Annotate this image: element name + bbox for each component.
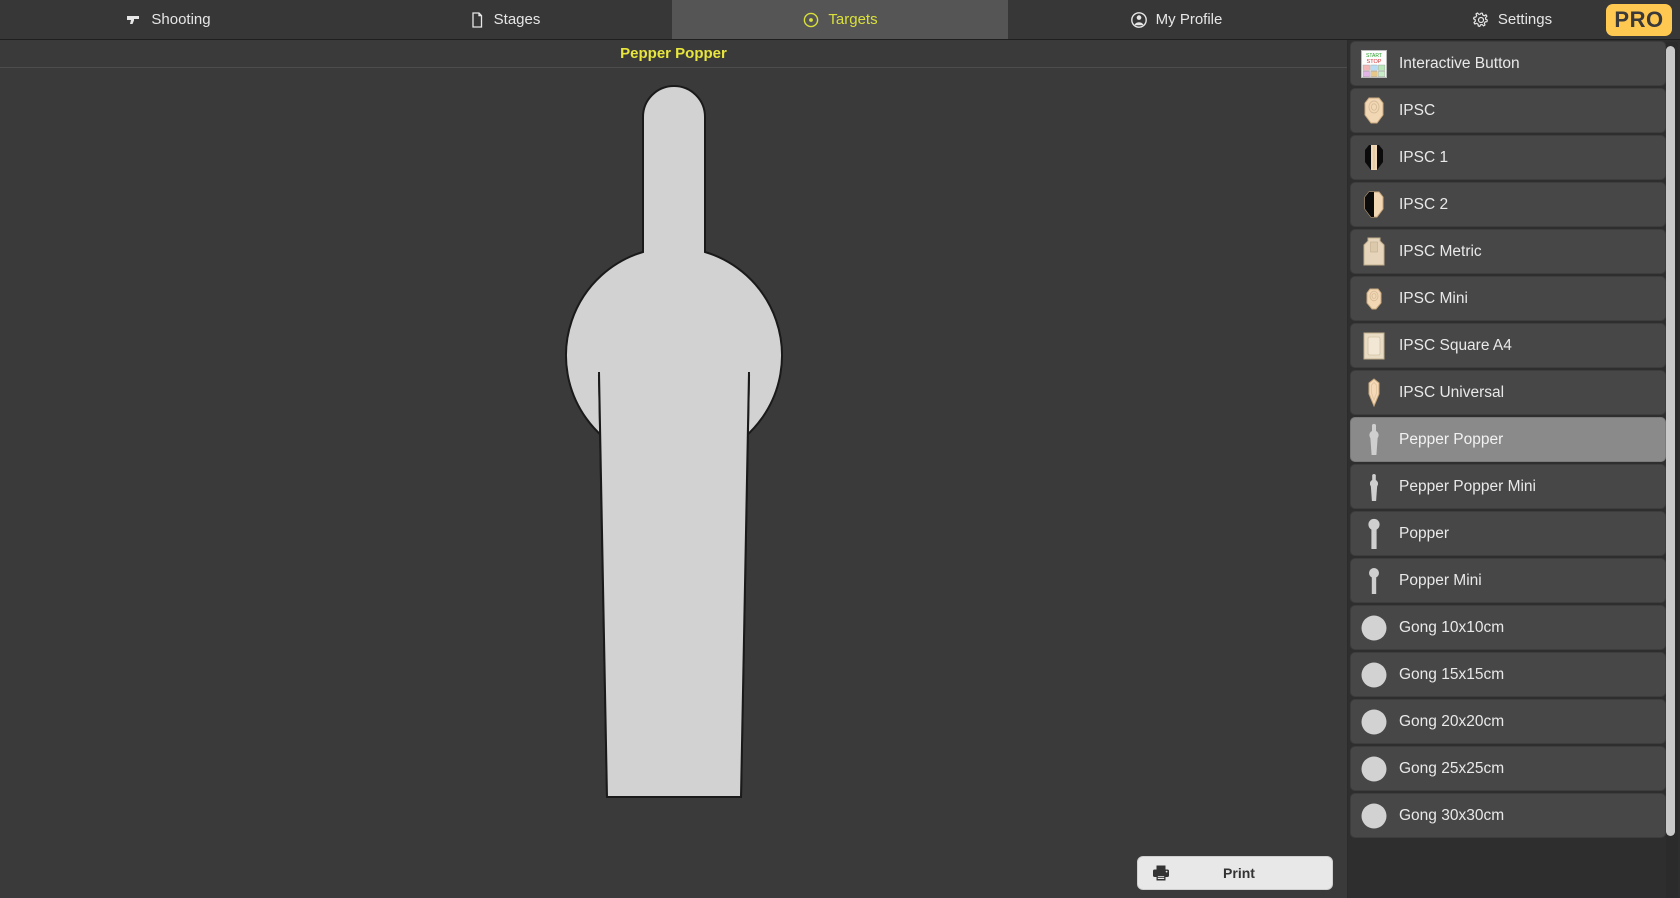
gong-circle-icon (1357, 610, 1391, 646)
target-list-item-label: IPSC Mini (1399, 289, 1468, 307)
target-list-item[interactable]: Gong 20x20cm (1350, 699, 1666, 744)
print-button[interactable]: Print (1137, 856, 1333, 890)
target-list-item-label: Pepper Popper Mini (1399, 477, 1536, 495)
ipsc-1-target-icon (1357, 140, 1391, 176)
target-list-item[interactable]: Popper (1350, 511, 1666, 556)
pistol-icon (125, 11, 143, 29)
target-list-item-label: Popper (1399, 524, 1449, 542)
tab-targets[interactable]: Targets (672, 0, 1008, 39)
tab-my-profile[interactable]: My Profile (1008, 0, 1344, 39)
app-root: Shooting Stages Targets My Profile Setti… (0, 0, 1680, 898)
target-list-item-label: IPSC Metric (1399, 242, 1482, 260)
ipsc-square-a4-icon (1357, 328, 1391, 364)
top-navigation-bar: Shooting Stages Targets My Profile Setti… (0, 0, 1680, 40)
ipsc-universal-target-icon (1357, 375, 1391, 411)
target-icon (802, 11, 820, 29)
gong-circle-icon (1357, 751, 1391, 787)
target-canvas[interactable] (0, 68, 1347, 898)
pepper-popper-mini-icon (1357, 469, 1391, 505)
target-list-item-label: Gong 10x10cm (1399, 618, 1505, 636)
target-list-item[interactable]: IPSC 1 (1350, 135, 1666, 180)
target-list-item-label: IPSC Square A4 (1399, 336, 1512, 354)
user-circle-icon (1130, 11, 1148, 29)
target-list-item-label: Popper Mini (1399, 571, 1482, 589)
target-list-item-label: Gong 20x20cm (1399, 712, 1505, 730)
page-title: Pepper Popper (0, 40, 1347, 68)
tab-stages-label: Stages (493, 11, 541, 28)
target-list-item[interactable]: IPSC Square A4 (1350, 323, 1666, 368)
ipsc-2-target-icon (1357, 187, 1391, 223)
target-list-sidebar: START STOP Interactive Button IPSC IPSC 1 IPS… (1348, 40, 1680, 898)
target-list-item[interactable]: START STOP Interactive Button (1350, 41, 1666, 86)
pepper-popper-target-shape (564, 85, 783, 798)
popper-mini-icon (1357, 563, 1391, 599)
target-list[interactable]: START STOP Interactive Button IPSC IPSC 1 IPS… (1348, 40, 1680, 898)
gong-circle-icon (1357, 798, 1391, 834)
target-list-item[interactable]: Gong 15x15cm (1350, 652, 1666, 697)
print-toolbar: Print (1137, 856, 1333, 890)
gong-circle-icon (1357, 704, 1391, 740)
target-list-item[interactable]: IPSC (1350, 88, 1666, 133)
target-list-item[interactable]: IPSC Mini (1350, 276, 1666, 321)
tab-shooting[interactable]: Shooting (0, 0, 336, 39)
target-list-item[interactable]: Popper Mini (1350, 558, 1666, 603)
ipsc-target-icon (1357, 93, 1391, 129)
target-list-item-label: Pepper Popper (1399, 430, 1504, 448)
pepper-popper-icon (1357, 422, 1391, 458)
target-list-item[interactable]: Gong 30x30cm (1350, 793, 1666, 838)
ipsc-mini-target-icon (1357, 281, 1391, 317)
gong-circle-icon (1357, 657, 1391, 693)
tab-stages[interactable]: Stages (336, 0, 672, 39)
gear-icon (1472, 11, 1490, 29)
target-list-item-label: IPSC (1399, 101, 1436, 119)
svg-text:STOP: STOP (1367, 59, 1382, 65)
tab-my-profile-label: My Profile (1155, 11, 1223, 28)
sidebar-scrollbar-track[interactable] (1666, 42, 1678, 898)
target-list-item[interactable]: Pepper Popper (1350, 417, 1666, 462)
target-list-item-label: Gong 15x15cm (1399, 665, 1505, 683)
sidebar-scrollbar-thumb[interactable] (1666, 46, 1675, 836)
target-list-item-label: IPSC 1 (1399, 148, 1449, 166)
target-list-item-label: IPSC 2 (1399, 195, 1449, 213)
target-list-item-label: Interactive Button (1399, 54, 1520, 72)
printer-icon (1148, 864, 1174, 882)
target-list-item[interactable]: IPSC Universal (1350, 370, 1666, 415)
popper-icon (1357, 516, 1391, 552)
print-button-label: Print (1223, 865, 1255, 881)
target-preview-pane: Pepper Popper Print (0, 40, 1348, 898)
ipsc-metric-target-icon (1357, 234, 1391, 270)
target-list-item[interactable]: IPSC 2 (1350, 182, 1666, 227)
body-container: Pepper Popper Print START STOP Interacti… (0, 40, 1680, 898)
target-list-item[interactable]: Pepper Popper Mini (1350, 464, 1666, 509)
tab-targets-label: Targets (828, 11, 878, 28)
target-list-item-label: Gong 25x25cm (1399, 759, 1505, 777)
target-list-item-label: IPSC Universal (1399, 383, 1505, 401)
pro-badge[interactable]: PRO (1606, 4, 1672, 36)
target-list-item[interactable]: Gong 10x10cm (1350, 605, 1666, 650)
interactive-button-icon: START STOP (1357, 46, 1391, 82)
tab-shooting-label: Shooting (151, 11, 211, 28)
target-list-item-label: Gong 30x30cm (1399, 806, 1505, 824)
target-list-item[interactable]: Gong 25x25cm (1350, 746, 1666, 791)
document-icon (468, 11, 486, 29)
target-list-item[interactable]: IPSC Metric (1350, 229, 1666, 274)
tab-settings-label: Settings (1497, 11, 1553, 28)
